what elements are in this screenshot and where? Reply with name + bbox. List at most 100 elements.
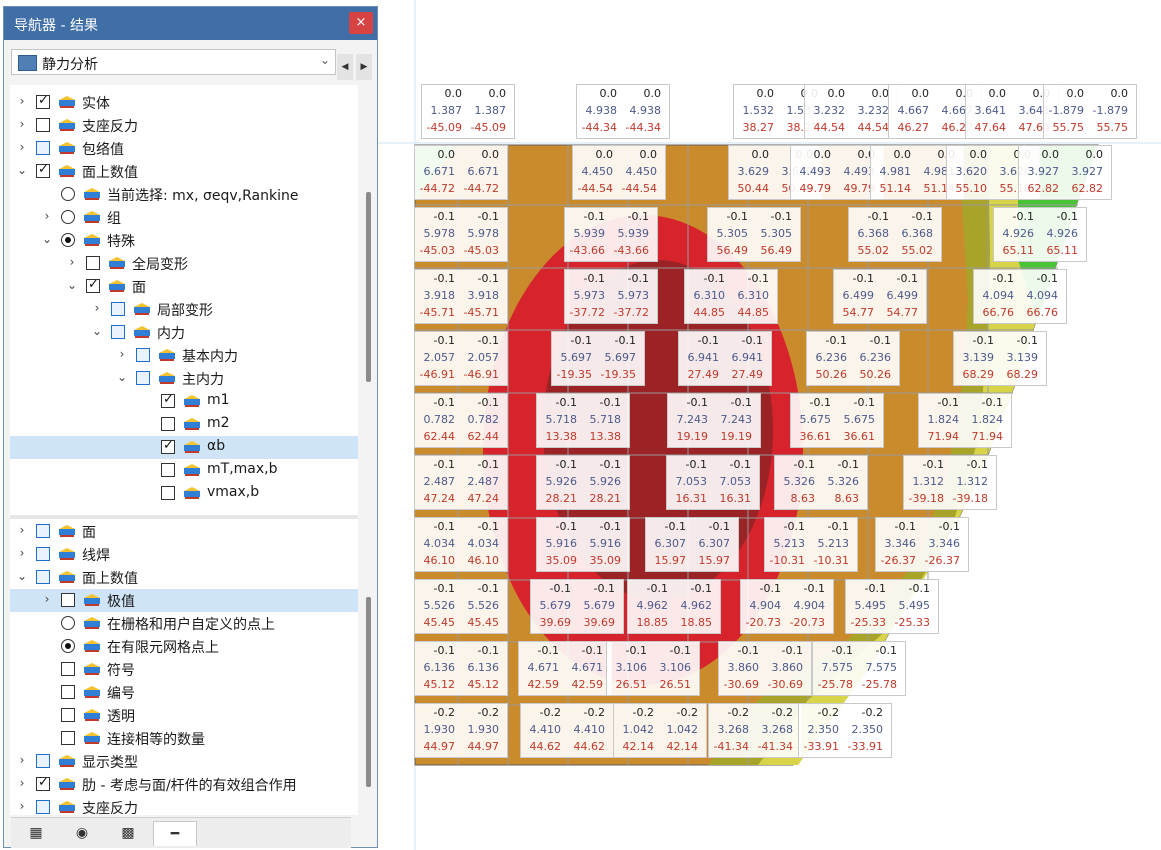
- checkbox[interactable]: [61, 731, 75, 745]
- chevron-right-icon[interactable]: ›: [116, 347, 128, 361]
- camera-icon[interactable]: ▩: [107, 821, 149, 845]
- checkbox[interactable]: [61, 593, 75, 607]
- checkbox[interactable]: ✓: [36, 93, 50, 109]
- results-tree-scrollbar[interactable]: [366, 192, 371, 382]
- checkbox[interactable]: [36, 570, 50, 584]
- chevron-right-icon[interactable]: ›: [16, 546, 28, 560]
- tree-row[interactable]: › 基本内力: [10, 344, 358, 367]
- results-canvas[interactable]: 0.0 0.0 1.387 1.387 -45.09 -45.09 0.0 0.0 4.938 4…: [378, 0, 1161, 850]
- tree-row[interactable]: › 组: [10, 206, 358, 229]
- tree-row[interactable]: ⌄ 内力: [10, 321, 358, 344]
- tree-row[interactable]: 符号: [10, 658, 358, 681]
- checkbox[interactable]: ✓: [36, 775, 50, 791]
- tree-row[interactable]: 编号: [10, 681, 358, 704]
- checkbox[interactable]: [36, 141, 50, 155]
- checkbox[interactable]: [111, 302, 125, 316]
- tree-row[interactable]: › ✓ 实体: [10, 91, 358, 114]
- radio-button[interactable]: [61, 639, 75, 653]
- value-cell: -0.1: [697, 334, 719, 347]
- navigator-titlebar[interactable]: 导航器 - 结果 ×: [4, 7, 377, 40]
- value-cell: -0.1: [627, 272, 649, 285]
- checkbox[interactable]: [36, 547, 50, 561]
- tree-row[interactable]: ⌄ ✓ 面: [10, 275, 358, 298]
- tree-row[interactable]: ✓ αb: [10, 436, 358, 459]
- tree-row[interactable]: › 支座反力: [10, 796, 358, 815]
- eye-icon[interactable]: ◉: [61, 821, 103, 845]
- tree-row[interactable]: 透明: [10, 704, 358, 727]
- chevron-right-icon[interactable]: ›: [41, 592, 53, 606]
- chevron-down-icon[interactable]: ⌄: [116, 370, 128, 384]
- radio-button[interactable]: [61, 187, 75, 201]
- tree-item-label: 编号: [107, 686, 135, 702]
- checkbox[interactable]: [61, 662, 75, 676]
- tree-row[interactable]: ✓ m1: [10, 390, 358, 413]
- tree-row[interactable]: ⌄ 主内力: [10, 367, 358, 390]
- tree-row[interactable]: m2: [10, 413, 358, 436]
- chevron-down-icon[interactable]: ⌄: [16, 569, 28, 583]
- tree-row[interactable]: › 极值: [10, 589, 358, 612]
- analysis-type-dropdown[interactable]: 静力分析 ⌄: [11, 49, 336, 75]
- tree-row[interactable]: ⌄ 面上数值: [10, 566, 358, 589]
- tree-row[interactable]: 在栅格和用户自定义的点上: [10, 612, 358, 635]
- checkbox[interactable]: [36, 754, 50, 768]
- checkbox[interactable]: [136, 371, 150, 385]
- chevron-down-icon[interactable]: ⌄: [41, 232, 53, 246]
- tree-row[interactable]: mT,max,b: [10, 459, 358, 482]
- tree-row[interactable]: › 线焊: [10, 543, 358, 566]
- radio-button[interactable]: [61, 210, 75, 224]
- chevron-right-icon[interactable]: ›: [91, 301, 103, 315]
- tree-row[interactable]: › ✓ 肋 - 考虑与面/杆件的有效组合作用: [10, 773, 358, 796]
- checkbox[interactable]: [36, 800, 50, 814]
- checkbox[interactable]: [36, 524, 50, 538]
- checkbox[interactable]: [61, 708, 75, 722]
- chevron-right-icon[interactable]: ›: [16, 753, 28, 767]
- tree-row[interactable]: › 全局变形: [10, 252, 358, 275]
- tree-row[interactable]: vmax,b: [10, 482, 358, 505]
- data-tab-icon[interactable]: ▦: [15, 821, 57, 845]
- tree-row[interactable]: 连接相等的数量: [10, 727, 358, 750]
- chevron-right-icon[interactable]: ›: [16, 117, 28, 131]
- value-cell: -0.1: [827, 520, 849, 533]
- checkbox[interactable]: [86, 256, 100, 270]
- checkbox[interactable]: [161, 486, 175, 500]
- chevron-right-icon[interactable]: ›: [16, 94, 28, 108]
- checkbox[interactable]: [111, 325, 125, 339]
- checkbox[interactable]: ✓: [161, 438, 175, 454]
- next-button[interactable]: ▶: [356, 54, 372, 80]
- radio-button[interactable]: [61, 233, 75, 247]
- chevron-right-icon[interactable]: ›: [16, 523, 28, 537]
- checkbox[interactable]: [161, 417, 175, 431]
- value-cell: -0.1: [646, 582, 668, 595]
- checkbox[interactable]: [161, 463, 175, 477]
- chevron-down-icon[interactable]: ⌄: [66, 278, 78, 292]
- checkbox[interactable]: [136, 348, 150, 362]
- checkbox[interactable]: [61, 685, 75, 699]
- chevron-right-icon[interactable]: ›: [66, 255, 78, 269]
- chevron-right-icon[interactable]: ›: [16, 140, 28, 154]
- chevron-right-icon[interactable]: ›: [41, 209, 53, 223]
- radio-button[interactable]: [61, 616, 75, 630]
- value-cell: 19.19: [720, 430, 753, 443]
- chevron-down-icon[interactable]: ⌄: [16, 163, 28, 177]
- checkbox[interactable]: [36, 118, 50, 132]
- tree-row[interactable]: 当前选择: mx, σeqv,Rankine: [10, 183, 358, 206]
- chevron-right-icon[interactable]: ›: [16, 776, 28, 790]
- tree-row[interactable]: › 支座反力: [10, 114, 358, 137]
- checkbox[interactable]: ✓: [161, 392, 175, 408]
- chevron-down-icon[interactable]: ⌄: [91, 324, 103, 338]
- close-button[interactable]: ×: [349, 12, 373, 34]
- tree-row[interactable]: › 面: [10, 520, 358, 543]
- checkbox[interactable]: ✓: [86, 277, 100, 293]
- display-tree-scrollbar[interactable]: [366, 597, 371, 787]
- tree-row[interactable]: › 局部变形: [10, 298, 358, 321]
- panel-splitter[interactable]: [10, 515, 358, 519]
- prev-button[interactable]: ◀: [337, 54, 353, 80]
- chevron-right-icon[interactable]: ›: [16, 799, 28, 813]
- checkbox[interactable]: ✓: [36, 162, 50, 178]
- tree-row[interactable]: 在有限元网格点上: [10, 635, 358, 658]
- tree-row[interactable]: ⌄ 特殊: [10, 229, 358, 252]
- results-tab-icon[interactable]: ━: [153, 821, 197, 846]
- tree-row[interactable]: › 显示类型: [10, 750, 358, 773]
- tree-row[interactable]: ⌄ ✓ 面上数值: [10, 160, 358, 183]
- tree-row[interactable]: › 包络值: [10, 137, 358, 160]
